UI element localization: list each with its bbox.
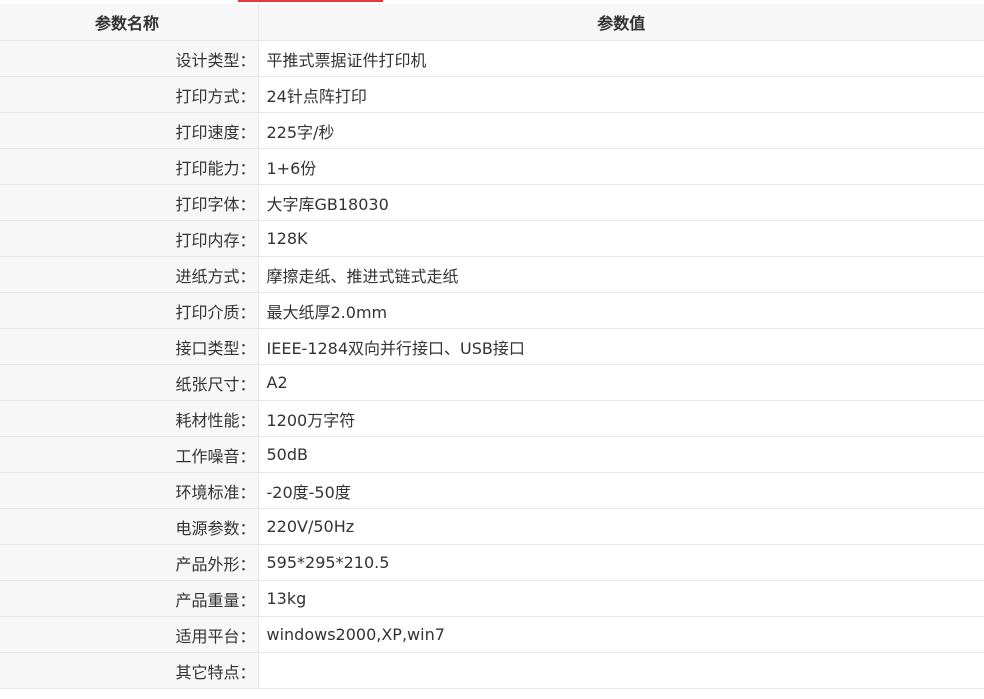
param-value: 1+6份 [258, 148, 984, 185]
param-value: A2 [258, 364, 984, 401]
table-row: 进纸方式： 摩擦走纸、推进式链式走纸 [0, 256, 984, 293]
table-row: 环境标准： -20度-50度 [0, 472, 984, 509]
table-row: 打印字体： 大字库GB18030 [0, 184, 984, 221]
table-row: 设计类型： 平推式票据证件打印机 [0, 40, 984, 77]
param-value: windows2000,XP,win7 [258, 616, 984, 653]
param-value: 平推式票据证件打印机 [258, 40, 984, 77]
param-name: 其它特点： [0, 652, 259, 689]
active-tab-indicator [238, 0, 383, 2]
param-name: 打印字体： [0, 184, 259, 221]
param-name: 打印速度： [0, 112, 259, 149]
header-param-name: 参数名称 [0, 4, 259, 41]
header-param-value: 参数值 [258, 4, 984, 41]
param-name: 进纸方式： [0, 256, 259, 293]
param-name: 打印内存： [0, 220, 259, 257]
table-row: 打印速度： 225字/秒 [0, 112, 984, 149]
table-row: 工作噪音： 50dB [0, 436, 984, 473]
param-value: 50dB [258, 436, 984, 473]
param-name: 接口类型： [0, 328, 259, 365]
table-row: 产品重量： 13kg [0, 580, 984, 617]
param-value: 13kg [258, 580, 984, 617]
table-row: 打印能力： 1+6份 [0, 148, 984, 185]
param-value: 1200万字符 [258, 400, 984, 437]
table-row: 接口类型： IEEE-1284双向并行接口、USB接口 [0, 328, 984, 365]
table-row: 打印内存： 128K [0, 220, 984, 257]
param-name: 打印能力： [0, 148, 259, 185]
param-name: 电源参数： [0, 508, 259, 545]
table-row: 打印方式： 24针点阵打印 [0, 76, 984, 113]
param-name: 耗材性能： [0, 400, 259, 437]
table-header-row: 参数名称 参数值 [0, 4, 984, 41]
spec-table: 参数名称 参数值 设计类型： 平推式票据证件打印机 打印方式： 24针点阵打印 打印速度… [0, 4, 984, 689]
param-value: 595*295*210.5 [258, 544, 984, 581]
table-row: 适用平台： windows2000,XP,win7 [0, 616, 984, 653]
param-name: 工作噪音： [0, 436, 259, 473]
param-value: IEEE-1284双向并行接口、USB接口 [258, 328, 984, 365]
table-row: 产品外形： 595*295*210.5 [0, 544, 984, 581]
param-name: 纸张尺寸： [0, 364, 259, 401]
param-name: 设计类型： [0, 40, 259, 77]
param-value [258, 652, 984, 689]
param-name: 环境标准： [0, 472, 259, 509]
param-value: 225字/秒 [258, 112, 984, 149]
param-value: 220V/50Hz [258, 508, 984, 545]
param-name: 打印介质： [0, 292, 259, 329]
param-value: 最大纸厚2.0mm [258, 292, 984, 329]
param-value: 128K [258, 220, 984, 257]
param-name: 适用平台： [0, 616, 259, 653]
table-row: 其它特点： [0, 652, 984, 689]
param-value: 摩擦走纸、推进式链式走纸 [258, 256, 984, 293]
param-value: 24针点阵打印 [258, 76, 984, 113]
table-row: 耗材性能： 1200万字符 [0, 400, 984, 437]
param-name: 打印方式： [0, 76, 259, 113]
table-row: 电源参数： 220V/50Hz [0, 508, 984, 545]
table-row: 打印介质： 最大纸厚2.0mm [0, 292, 984, 329]
param-name: 产品重量： [0, 580, 259, 617]
param-value: -20度-50度 [258, 472, 984, 509]
spec-page: 参数名称 参数值 设计类型： 平推式票据证件打印机 打印方式： 24针点阵打印 打印速度… [0, 0, 984, 699]
param-value: 大字库GB18030 [258, 184, 984, 221]
table-row: 纸张尺寸： A2 [0, 364, 984, 401]
param-name: 产品外形： [0, 544, 259, 581]
